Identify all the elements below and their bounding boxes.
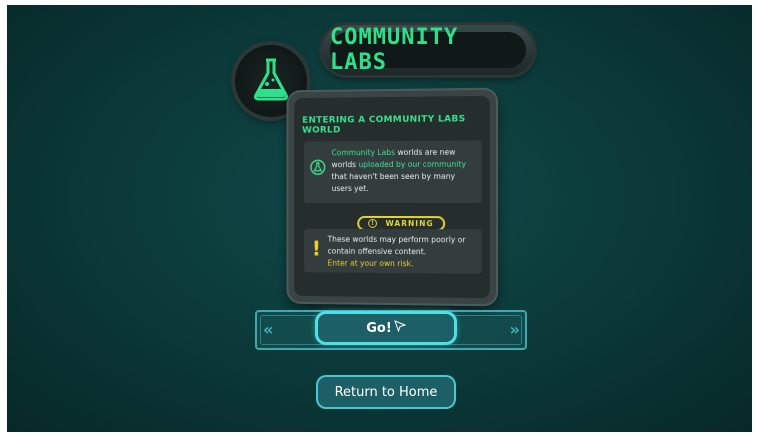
page-title: COMMUNITY LABS bbox=[330, 25, 459, 75]
panel-heading: ENTERING A COMMUNITY LABS WORLD bbox=[302, 114, 466, 136]
warning-box: ! These worlds may perform poorly or con… bbox=[304, 228, 482, 274]
flask-icon bbox=[251, 57, 291, 105]
community-labs-screen: COMMUNITY LABS ENTERING A COMMUNITY LABS… bbox=[7, 5, 752, 432]
info-box: Community Labs worlds are new worlds upl… bbox=[304, 140, 482, 204]
exclamation-circle-icon: ! bbox=[368, 218, 378, 228]
cursor-icon bbox=[393, 320, 407, 336]
previous-arrow-icon[interactable]: « bbox=[263, 322, 273, 338]
info-text: Community Labs worlds are new worlds upl… bbox=[331, 147, 467, 194]
title-banner: COMMUNITY LABS bbox=[322, 25, 534, 75]
warning-text: These worlds may perform poorly or conta… bbox=[327, 234, 466, 269]
return-home-button[interactable]: Return to Home bbox=[318, 377, 454, 407]
community-labs-icon bbox=[310, 159, 326, 179]
exclamation-icon: ! bbox=[311, 236, 321, 261]
go-button[interactable]: Go! bbox=[318, 314, 454, 342]
info-panel: ENTERING A COMMUNITY LABS WORLD Communit… bbox=[288, 89, 497, 305]
next-arrow-icon[interactable]: » bbox=[510, 322, 520, 338]
